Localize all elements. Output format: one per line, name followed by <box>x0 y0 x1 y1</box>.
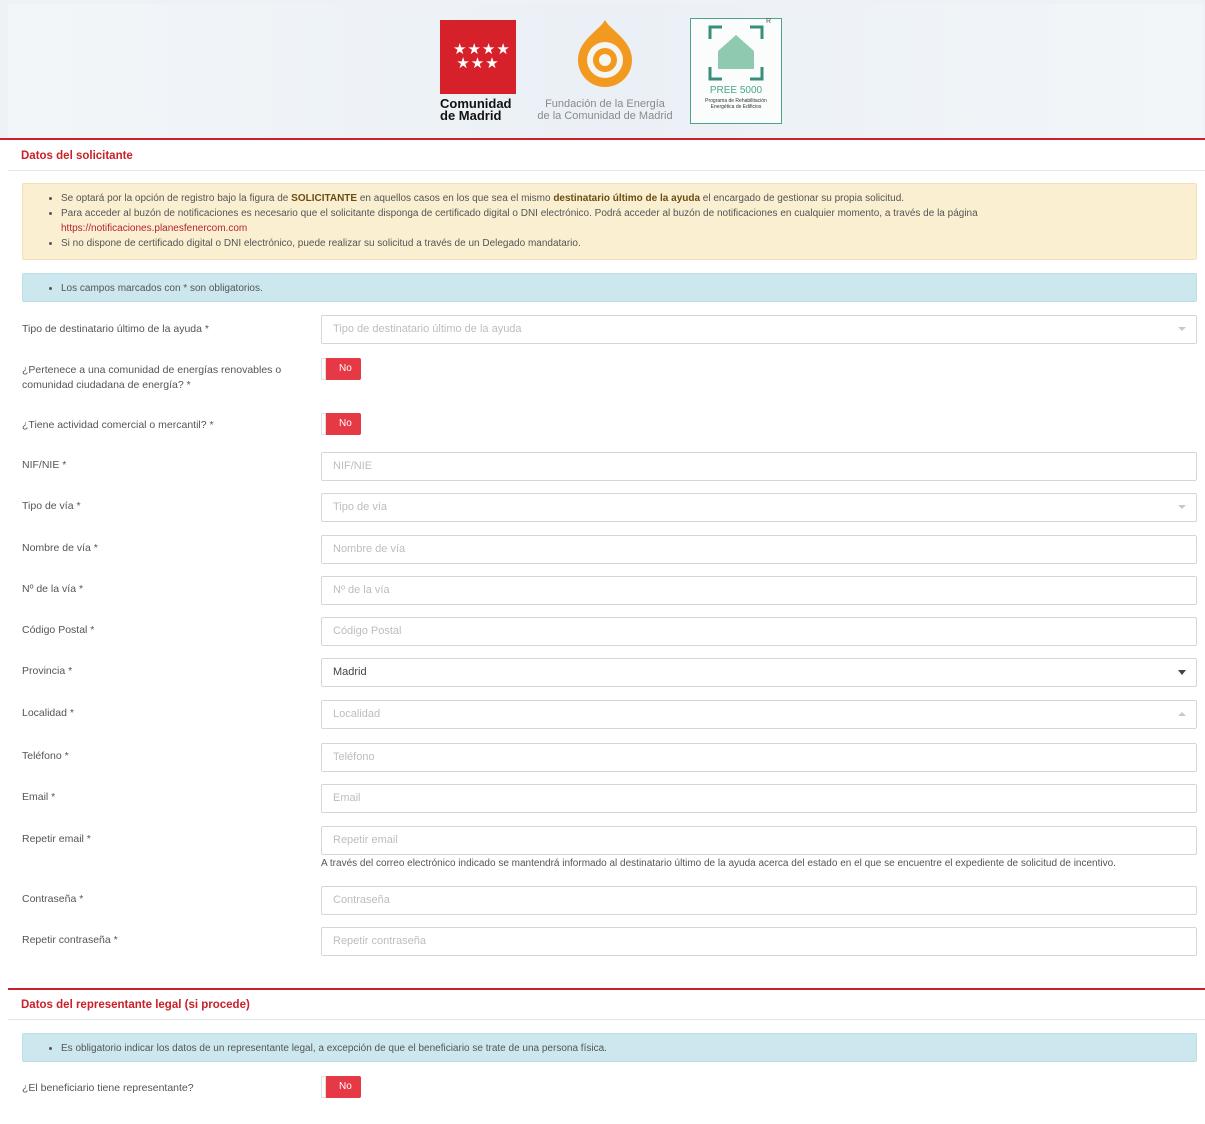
notificaciones-link[interactable]: https://notificaciones.planesfenercom.co… <box>61 223 247 234</box>
nombre-via-input[interactable]: Nombre de vía <box>321 535 1197 564</box>
email-input[interactable]: Email <box>321 784 1197 813</box>
label-tipo-via: Tipo de vía * <box>22 500 81 512</box>
page-header: ★★★★ ★★★ Comunidad de Madrid Fundación d… <box>0 0 1205 140</box>
repetir-contrasena-input[interactable]: Repetir contraseña <box>321 927 1197 956</box>
provincia-select[interactable]: Madrid <box>321 658 1197 687</box>
label-repetir-email: Repetir email * <box>22 833 91 845</box>
warning-item: Para acceder al buzón de notificaciones … <box>61 206 1196 236</box>
tipo-via-select[interactable]: Tipo de vía <box>321 493 1197 522</box>
warning-alert: Se optará por la opción de registro bajo… <box>22 183 1197 260</box>
label-email: Email * <box>22 791 56 803</box>
fe-logo-line1: Fundación de la Energía <box>545 98 665 110</box>
pree-5000-logo: R PREE 5000 Programa de Rehabilitación E… <box>690 18 782 124</box>
chevron-down-icon <box>1178 505 1186 509</box>
tipo-destinatario-select[interactable]: Tipo de destinatario último de la ayuda <box>321 315 1197 344</box>
email-help-text: A través del correo electrónico indicado… <box>321 858 1116 869</box>
telefono-input[interactable]: Teléfono <box>321 743 1197 772</box>
toggle-knob <box>321 413 326 435</box>
label-codigo-postal: Código Postal * <box>22 624 95 636</box>
bold-destinatario: destinatario último de la ayuda <box>553 193 701 204</box>
chevron-down-icon <box>1178 670 1186 675</box>
actividad-comercial-toggle[interactable]: No <box>321 413 361 435</box>
label-tipo-destinatario: Tipo de destinatario último de la ayuda … <box>22 323 209 335</box>
madrid-stars: ★★★★ ★★★ <box>453 41 511 72</box>
repetir-email-input[interactable]: Repetir email <box>321 826 1197 855</box>
house-icon <box>706 23 766 83</box>
fe-logo-line2: de la Comunidad de Madrid <box>537 110 673 122</box>
warning-item: Si no dispone de certificado digital o D… <box>61 236 1196 251</box>
label-provincia: Provincia * <box>22 665 73 677</box>
madrid-flag-icon: ★★★★ ★★★ <box>440 20 516 94</box>
label-numero-via: Nº de la vía * <box>22 583 84 595</box>
label-tiene-representante: ¿El beneficiario tiene representante? <box>22 1082 194 1094</box>
drop-icon <box>570 18 640 88</box>
toggle-knob <box>321 1076 326 1098</box>
info-alert-representante: Es obligatorio indicar los datos de un r… <box>22 1033 1197 1062</box>
pree-title: PREE 5000 <box>709 85 763 96</box>
label-nif: NIF/NIE * <box>22 459 67 471</box>
info-alert-required: Los campos marcados con * son obligatori… <box>22 273 1197 302</box>
cm-logo-line2: de Madrid <box>440 108 502 123</box>
bold-solicitante: SOLICITANTE <box>291 193 358 204</box>
label-comunidad-energias: ¿Pertenece a una comunidad de energías r… <box>22 364 282 391</box>
comunidad-madrid-logo: ★★★★ ★★★ Comunidad de Madrid <box>440 20 518 126</box>
registered-mark: R <box>765 18 771 25</box>
warning-item: Se optará por la opción de registro bajo… <box>61 191 1196 206</box>
pree-sub-line2: Energética de Edificios <box>710 104 762 110</box>
label-telefono: Teléfono * <box>22 750 69 762</box>
tiene-representante-toggle[interactable]: No <box>321 1076 361 1098</box>
contrasena-input[interactable]: Contraseña <box>321 886 1197 915</box>
label-localidad: Localidad * <box>22 707 74 719</box>
label-repetir-contrasena: Repetir contraseña * <box>22 934 118 946</box>
toggle-knob <box>321 358 326 380</box>
codigo-postal-input[interactable]: Código Postal <box>321 617 1197 646</box>
section-title-solicitante: Datos del solicitante <box>8 141 1205 171</box>
fundacion-energia-logo: Fundación de la Energía de la Comunidad … <box>530 18 680 128</box>
chevron-down-icon <box>1178 327 1186 331</box>
numero-via-input[interactable]: Nº de la vía <box>321 576 1197 605</box>
label-nombre-via: Nombre de vía * <box>22 542 98 554</box>
chevron-up-icon <box>1178 712 1186 716</box>
localidad-select[interactable]: Localidad <box>321 700 1197 729</box>
label-actividad-comercial: ¿Tiene actividad comercial o mercantil? … <box>22 419 214 431</box>
nif-input[interactable]: NIF/NIE <box>321 452 1197 481</box>
section-title-representante: Datos del representante legal (si proced… <box>8 990 1205 1020</box>
comunidad-energias-toggle[interactable]: No <box>321 358 361 380</box>
label-contrasena: Contraseña * <box>22 893 84 905</box>
